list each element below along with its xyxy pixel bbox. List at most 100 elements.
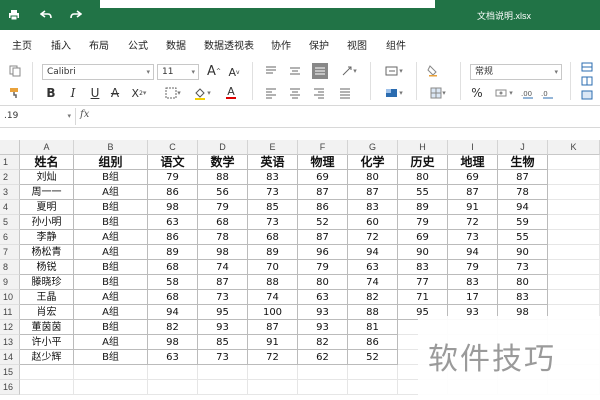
- increase-decimal-icon[interactable]: .00: [520, 86, 538, 100]
- table-cell[interactable]: 87: [348, 185, 398, 200]
- table-cell[interactable]: 73: [248, 215, 298, 230]
- borders-icon[interactable]: ▾: [162, 86, 184, 100]
- table-cell[interactable]: 73: [448, 230, 498, 245]
- table-cell[interactable]: 孙小明: [20, 215, 74, 230]
- table-cell[interactable]: 72: [448, 215, 498, 230]
- font-size-select[interactable]: 11 ▾: [157, 64, 199, 80]
- merge-cells-icon[interactable]: ▾: [382, 86, 406, 100]
- table-cell[interactable]: 100: [248, 305, 298, 320]
- row-header[interactable]: 8: [0, 260, 20, 275]
- justify-icon[interactable]: [338, 86, 352, 100]
- table-cell[interactable]: 94: [148, 305, 198, 320]
- table-cell[interactable]: 87: [248, 320, 298, 335]
- column-header[interactable]: H: [398, 140, 448, 155]
- table-cell[interactable]: 88: [198, 170, 248, 185]
- table-cell[interactable]: 98: [148, 200, 198, 215]
- table-cell[interactable]: 90: [498, 245, 548, 260]
- table-cell[interactable]: 董茵茵: [20, 320, 74, 335]
- undo-icon[interactable]: [38, 7, 54, 23]
- table-cell[interactable]: [148, 380, 198, 395]
- table-cell[interactable]: 94: [498, 200, 548, 215]
- table-header-cell[interactable]: 生物: [498, 155, 548, 170]
- table-cell[interactable]: 81: [348, 320, 398, 335]
- table-cell[interactable]: 68: [148, 260, 198, 275]
- table-cell[interactable]: [548, 245, 600, 260]
- table-cell[interactable]: 73: [498, 260, 548, 275]
- table-cell[interactable]: 72: [248, 350, 298, 365]
- table-cell[interactable]: 72: [348, 230, 398, 245]
- column-header[interactable]: B: [74, 140, 148, 155]
- table-cell[interactable]: 73: [198, 350, 248, 365]
- table-cell[interactable]: 83: [398, 260, 448, 275]
- tab-view[interactable]: 视图: [347, 37, 367, 52]
- row-header[interactable]: 6: [0, 230, 20, 245]
- table-cell[interactable]: 74: [248, 290, 298, 305]
- table-cell[interactable]: [148, 365, 198, 380]
- table-cell[interactable]: 80: [398, 170, 448, 185]
- table-cell[interactable]: 78: [498, 185, 548, 200]
- font-color-button[interactable]: A: [220, 85, 242, 100]
- table-cell[interactable]: 李静: [20, 230, 74, 245]
- align-center-icon[interactable]: [288, 86, 302, 100]
- table-cell[interactable]: 87: [198, 275, 248, 290]
- table-cell[interactable]: 94: [348, 245, 398, 260]
- table-cell[interactable]: 夏明: [20, 200, 74, 215]
- underline-button[interactable]: U: [88, 86, 102, 100]
- table-cell[interactable]: 68: [148, 290, 198, 305]
- cell-style-icon[interactable]: ▾: [426, 86, 450, 100]
- row-header[interactable]: 7: [0, 245, 20, 260]
- table-cell[interactable]: A组: [74, 290, 148, 305]
- table-cell[interactable]: 79: [148, 170, 198, 185]
- table-cell[interactable]: 滕晓珍: [20, 275, 74, 290]
- column-header[interactable]: E: [248, 140, 298, 155]
- table-cell[interactable]: B组: [74, 260, 148, 275]
- column-header[interactable]: J: [498, 140, 548, 155]
- table-cell[interactable]: 73: [248, 185, 298, 200]
- table-cell[interactable]: [198, 365, 248, 380]
- table-cell[interactable]: 93: [298, 305, 348, 320]
- row-header[interactable]: 11: [0, 305, 20, 320]
- align-top-icon[interactable]: [264, 64, 278, 78]
- table-cell[interactable]: 95: [198, 305, 248, 320]
- table-header-cell[interactable]: 姓名: [20, 155, 74, 170]
- table-cell[interactable]: 刘灿: [20, 170, 74, 185]
- table-cell[interactable]: 79: [398, 215, 448, 230]
- table-header-cell[interactable]: 历史: [398, 155, 448, 170]
- table-cell[interactable]: 63: [148, 215, 198, 230]
- table-cell[interactable]: 94: [448, 245, 498, 260]
- tab-home[interactable]: 主页: [12, 37, 32, 58]
- tab-pivot-table[interactable]: 数据透视表: [204, 37, 254, 52]
- table-cell[interactable]: 77: [398, 275, 448, 290]
- tab-insert[interactable]: 插入: [51, 37, 71, 52]
- table-cell[interactable]: 赵少辉: [20, 350, 74, 365]
- table-cell[interactable]: 88: [348, 305, 398, 320]
- table-cell[interactable]: 83: [448, 275, 498, 290]
- table-cell[interactable]: 87: [298, 185, 348, 200]
- row-header[interactable]: 1: [0, 155, 20, 170]
- table-cell[interactable]: 93: [198, 320, 248, 335]
- row-header[interactable]: 12: [0, 320, 20, 335]
- table-cell[interactable]: 83: [248, 170, 298, 185]
- grow-font-button[interactable]: A ^: [206, 63, 222, 79]
- table-cell[interactable]: 74: [198, 260, 248, 275]
- table-cell[interactable]: [548, 170, 600, 185]
- table-cell[interactable]: 17: [448, 290, 498, 305]
- table-header-cell[interactable]: 组别: [74, 155, 148, 170]
- table-cell[interactable]: 86: [298, 200, 348, 215]
- table-cell[interactable]: 王晶: [20, 290, 74, 305]
- subscript-button[interactable]: X 2 ▾: [128, 86, 150, 100]
- column-header[interactable]: G: [348, 140, 398, 155]
- table-cell[interactable]: 80: [498, 275, 548, 290]
- table-cell[interactable]: 88: [248, 275, 298, 290]
- table-cell[interactable]: 98: [198, 245, 248, 260]
- table-cell[interactable]: 68: [248, 230, 298, 245]
- table-cell[interactable]: 58: [148, 275, 198, 290]
- table-cell[interactable]: 63: [148, 350, 198, 365]
- table-cell[interactable]: 86: [148, 230, 198, 245]
- table-cell[interactable]: 70: [248, 260, 298, 275]
- table-cell[interactable]: [548, 185, 600, 200]
- table-cell[interactable]: 69: [448, 170, 498, 185]
- table-cell[interactable]: 98: [148, 335, 198, 350]
- table-cell[interactable]: 89: [148, 245, 198, 260]
- percent-button[interactable]: %: [470, 86, 484, 100]
